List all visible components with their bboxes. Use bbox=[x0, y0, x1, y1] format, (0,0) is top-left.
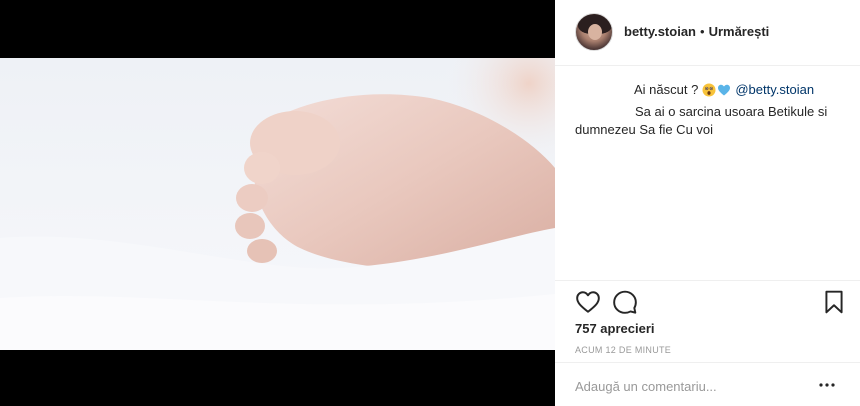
bookmark-icon[interactable] bbox=[821, 289, 847, 315]
comment-input[interactable] bbox=[575, 377, 805, 395]
post-sidebar: betty.stoian • Urmărești Ai născut ? @bett… bbox=[555, 0, 860, 406]
post-header: betty.stoian • Urmărești bbox=[555, 0, 860, 66]
mention-link[interactable]: @betty.stoian bbox=[735, 82, 814, 97]
baby-foot-illustration bbox=[0, 58, 555, 350]
post-media bbox=[0, 0, 555, 406]
follow-button[interactable]: Urmărești bbox=[709, 24, 770, 39]
more-icon[interactable] bbox=[817, 377, 837, 393]
avatar[interactable] bbox=[575, 13, 613, 51]
username-link[interactable]: betty.stoian bbox=[624, 24, 696, 39]
astonished-face-icon bbox=[702, 83, 716, 96]
separator-dot: • bbox=[700, 24, 705, 39]
blue-heart-icon bbox=[718, 84, 731, 95]
post-author: betty.stoian • Urmărești bbox=[624, 24, 769, 39]
comment-body: Sa ai o sarcina usoara Betikule si dumne… bbox=[575, 103, 835, 139]
question-text: Ai născut ? bbox=[634, 82, 699, 97]
likes-count[interactable]: 757 aprecieri bbox=[575, 321, 655, 336]
comment-first-line: Ai născut ? @betty.stoian bbox=[634, 82, 814, 97]
post-timestamp: ACUM 12 DE MINUTE bbox=[575, 345, 672, 355]
comment-text: Sa ai o sarcina usoara Betikule si dumne… bbox=[575, 104, 828, 137]
add-comment-bar bbox=[555, 362, 860, 406]
comment-area: Ai născut ? @betty.stoian Sa ai o sarcin… bbox=[555, 66, 860, 280]
comment-icon[interactable] bbox=[612, 289, 638, 315]
heart-icon[interactable] bbox=[575, 289, 601, 315]
post-photo-baby-foot[interactable] bbox=[0, 58, 555, 350]
post-actions: 757 aprecieri ACUM 12 DE MINUTE bbox=[555, 280, 860, 360]
